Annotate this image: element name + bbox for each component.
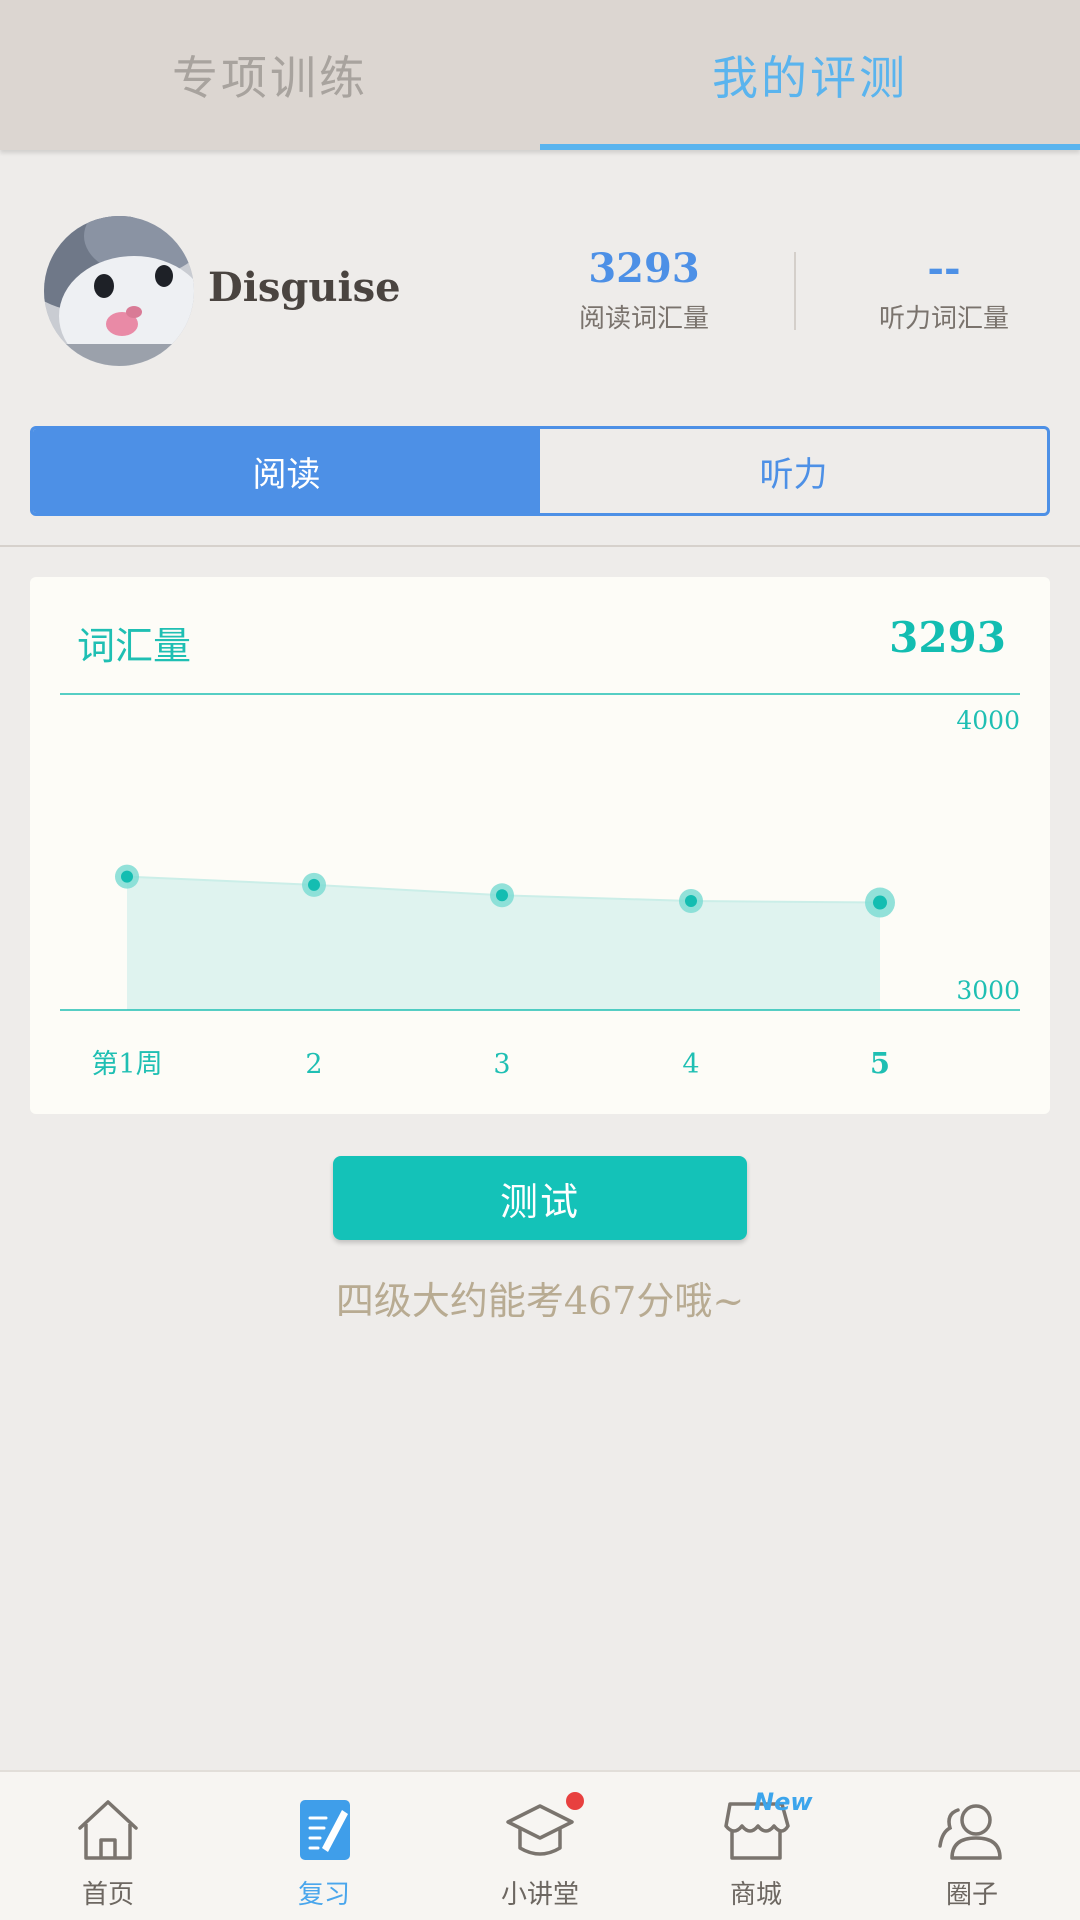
data-point — [121, 870, 133, 883]
nav-home-label: 首页 — [81, 1880, 134, 1910]
nav-community[interactable]: 圈子 — [864, 1772, 1080, 1920]
skill-segmented-control: 阅读 听力 — [30, 426, 1050, 516]
data-point — [496, 889, 508, 902]
home-icon — [72, 1796, 144, 1864]
tab-my-assessment[interactable]: 我的评测 — [540, 0, 1080, 150]
listening-vocab-value: -- — [927, 245, 961, 292]
username: Disguise — [208, 264, 401, 311]
notification-dot — [566, 1792, 584, 1810]
test-button[interactable]: 测试 — [333, 1156, 747, 1240]
y-tick-label: 4000 — [956, 706, 1020, 735]
segment-reading[interactable]: 阅读 — [33, 429, 540, 513]
bottom-nav: 首页 复习 小讲堂 New 商城 圈子 — [0, 1770, 1080, 1920]
reading-vocab-value: 3293 — [588, 245, 700, 292]
x-tick-label: 4 — [682, 1049, 699, 1080]
vocab-chart: 4000 3000 第1周 2 3 4 5 — [60, 693, 1020, 1080]
new-badge: New — [754, 1788, 813, 1816]
nav-review-label: 复习 — [297, 1880, 350, 1910]
nav-lecture-label: 小讲堂 — [500, 1880, 579, 1910]
profile-summary: Disguise 3293 阅读词汇量 -- 听力词汇量 — [0, 200, 1080, 380]
listening-vocab-label: 听力词汇量 — [878, 304, 1009, 334]
graduation-cap-icon — [504, 1792, 584, 1864]
stat-divider — [794, 252, 796, 330]
shop-icon: New — [720, 1788, 813, 1864]
review-icon — [288, 1796, 360, 1864]
reading-vocab-label: 阅读词汇量 — [578, 304, 709, 334]
x-tick-label: 2 — [305, 1049, 322, 1080]
tab-special-training[interactable]: 专项训练 — [0, 0, 540, 150]
data-point — [308, 878, 320, 891]
cat-avatar-image — [44, 216, 194, 366]
nav-community-label: 圈子 — [945, 1880, 998, 1910]
data-point — [873, 895, 887, 910]
x-tick-label: 5 — [870, 1046, 890, 1080]
reading-vocab-stat: 3293 阅读词汇量 — [524, 246, 764, 335]
y-tick-label: 3000 — [956, 976, 1020, 1005]
people-icon — [936, 1796, 1008, 1864]
section-divider — [0, 545, 1080, 547]
nav-review[interactable]: 复习 — [216, 1772, 432, 1920]
nav-home[interactable]: 首页 — [0, 1772, 216, 1920]
top-tab-bar: 专项训练 我的评测 — [0, 0, 1080, 150]
avatar[interactable] — [44, 216, 194, 366]
x-tick-label: 3 — [493, 1049, 510, 1080]
segment-listening[interactable]: 听力 — [540, 429, 1047, 513]
nav-shop-label: 商城 — [729, 1880, 782, 1910]
data-point — [685, 894, 697, 907]
vocab-chart-card: 词汇量 3293 4000 3000 第1周 2 3 4 5 — [30, 577, 1050, 1114]
listening-vocab-stat: -- 听力词汇量 — [824, 246, 1064, 335]
nav-lecture[interactable]: 小讲堂 — [432, 1772, 648, 1920]
score-hint: 四级大约能考467分哦~ — [335, 1279, 745, 1323]
x-tick-label: 第1周 — [91, 1049, 162, 1080]
nav-shop[interactable]: New 商城 — [648, 1772, 864, 1920]
